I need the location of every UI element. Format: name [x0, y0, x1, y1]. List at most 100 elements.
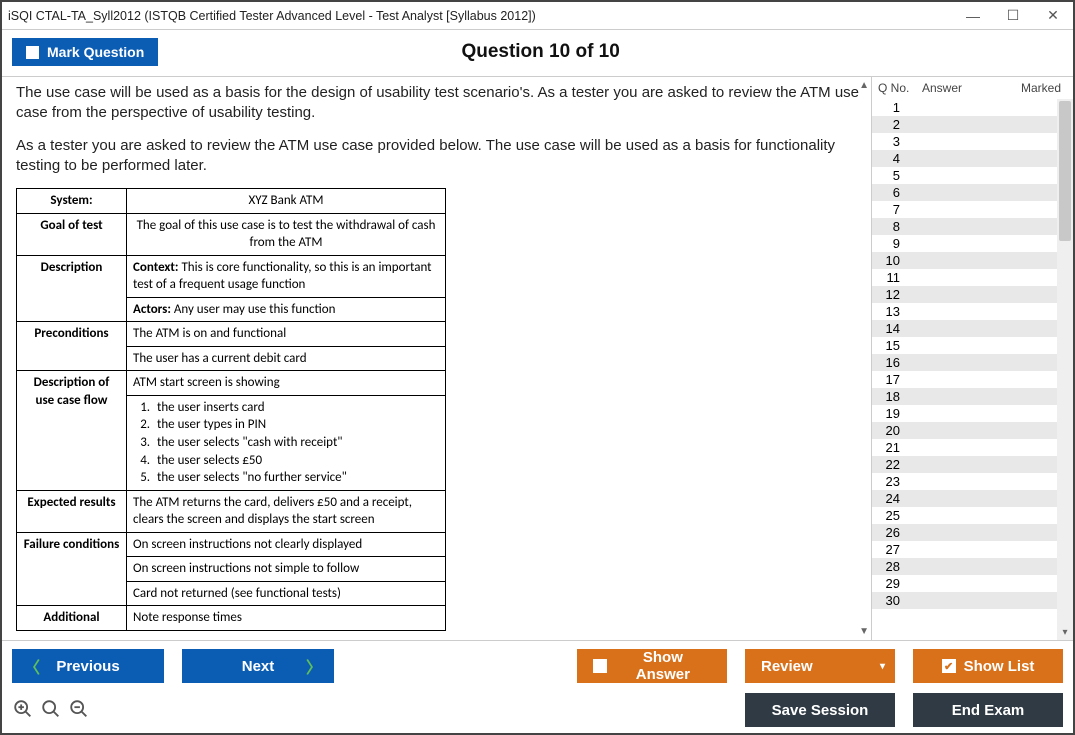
checkbox-checked-icon: ✔ — [942, 659, 956, 673]
flow-step-5: the user selects "no further service" — [153, 469, 439, 487]
question-row-7[interactable]: 7 — [872, 201, 1057, 218]
question-heading: Question 10 of 10 — [18, 41, 1063, 63]
question-row-13[interactable]: 13 — [872, 303, 1057, 320]
question-row-3[interactable]: 3 — [872, 133, 1057, 150]
precond-label: Preconditions — [17, 322, 127, 371]
review-label: Review — [761, 658, 813, 675]
save-session-button[interactable]: Save Session — [745, 693, 895, 727]
maximize-button[interactable]: ☐ — [993, 3, 1033, 29]
bottom-bar: 〈 Previous Next 〉 Show Answer Review ▾ ✔… — [2, 641, 1073, 731]
fail-label: Failure conditions — [17, 532, 127, 606]
previous-label: Previous — [56, 658, 119, 675]
question-row-15[interactable]: 15 — [872, 337, 1057, 354]
fail-3: Card not returned (see functional tests) — [127, 581, 446, 606]
desc-context: Context: This is core functionality, so … — [127, 255, 446, 297]
system-value: XYZ Bank ATM — [127, 189, 446, 214]
show-answer-button[interactable]: Show Answer — [577, 649, 727, 683]
flow-step-3: the user selects "cash with receipt" — [153, 434, 439, 452]
minimize-button[interactable]: — — [953, 3, 993, 29]
question-row-1[interactable]: 1 — [872, 99, 1057, 116]
zoom-in-icon[interactable] — [12, 698, 34, 720]
flow-step-1: the user inserts card — [153, 399, 439, 417]
question-row-23[interactable]: 23 — [872, 473, 1057, 490]
chevron-right-icon: 〉 — [306, 654, 322, 678]
question-row-21[interactable]: 21 — [872, 439, 1057, 456]
precond-1: The ATM is on and functional — [127, 322, 446, 347]
expect-label: Expected results — [17, 490, 127, 532]
question-row-19[interactable]: 19 — [872, 405, 1057, 422]
question-row-11[interactable]: 11 — [872, 269, 1057, 286]
question-row-2[interactable]: 2 — [872, 116, 1057, 133]
question-row-6[interactable]: 6 — [872, 184, 1057, 201]
save-session-label: Save Session — [772, 702, 869, 719]
title-bar: iSQI CTAL-TA_Syll2012 (ISTQB Certified T… — [2, 2, 1073, 30]
question-row-17[interactable]: 17 — [872, 371, 1057, 388]
question-row-9[interactable]: 9 — [872, 235, 1057, 252]
desc-actors: Actors: Any user may use this function — [127, 297, 446, 322]
zoom-controls — [12, 698, 90, 720]
scroll-down-icon[interactable]: ▼ — [859, 625, 869, 639]
question-row-26[interactable]: 26 — [872, 524, 1057, 541]
question-row-16[interactable]: 16 — [872, 354, 1057, 371]
question-row-8[interactable]: 8 — [872, 218, 1057, 235]
use-case-table: System: XYZ Bank ATM Goal of test The go… — [16, 188, 446, 631]
question-paragraph-1: The use case will be used as a basis for… — [16, 83, 863, 124]
marked-col: Marked — [1015, 81, 1069, 95]
scroll-up-icon[interactable]: ▲ — [859, 79, 869, 93]
show-answer-label: Show Answer — [615, 649, 711, 683]
qno-col: Q No. — [878, 81, 922, 95]
question-row-30[interactable]: 30 — [872, 592, 1057, 609]
question-list-panel: Q No. Answer Marked 12345678910111213141… — [871, 77, 1073, 640]
window-controls: — ☐ ✕ — [953, 3, 1073, 29]
scroll-down-button[interactable]: ▾ — [1057, 624, 1073, 640]
window-title: iSQI CTAL-TA_Syll2012 (ISTQB Certified T… — [8, 9, 536, 23]
fail-2: On screen instructions not simple to fol… — [127, 557, 446, 582]
end-exam-label: End Exam — [952, 702, 1025, 719]
precond-2: The user has a current debit card — [127, 346, 446, 371]
zoom-out-icon[interactable] — [68, 698, 90, 720]
question-row-10[interactable]: 10 — [872, 252, 1057, 269]
goal-label: Goal of test — [17, 213, 127, 255]
chevron-left-icon: 〈 — [24, 654, 40, 678]
expect-value: The ATM returns the card, delivers £50 a… — [127, 490, 446, 532]
question-row-5[interactable]: 5 — [872, 167, 1057, 184]
end-exam-button[interactable]: End Exam — [913, 693, 1063, 727]
add-value: Note response times — [127, 606, 446, 631]
question-row-27[interactable]: 27 — [872, 541, 1057, 558]
close-button[interactable]: ✕ — [1033, 3, 1073, 29]
add-label: Additional — [17, 606, 127, 631]
question-row-29[interactable]: 29 — [872, 575, 1057, 592]
flow-steps: the user inserts card the user types in … — [127, 395, 446, 490]
review-button[interactable]: Review ▾ — [745, 649, 895, 683]
flow-step-2: the user types in PIN — [153, 416, 439, 434]
question-list-scrollbar[interactable]: ▴ ▾ — [1057, 99, 1073, 640]
top-bar: Mark Question Question 10 of 10 — [2, 30, 1073, 76]
checkbox-icon — [593, 659, 607, 673]
question-row-18[interactable]: 18 — [872, 388, 1057, 405]
question-row-24[interactable]: 24 — [872, 490, 1057, 507]
question-row-20[interactable]: 20 — [872, 422, 1057, 439]
flow-step-4: the user selects £50 — [153, 452, 439, 470]
question-row-12[interactable]: 12 — [872, 286, 1057, 303]
question-row-25[interactable]: 25 — [872, 507, 1057, 524]
scroll-thumb[interactable] — [1059, 101, 1071, 241]
flow-label: Description of use case flow — [17, 371, 127, 490]
next-label: Next — [242, 658, 275, 675]
desc-label: Description — [17, 255, 127, 322]
question-row-28[interactable]: 28 — [872, 558, 1057, 575]
question-row-4[interactable]: 4 — [872, 150, 1057, 167]
main-area: ▲ The use case will be used as a basis f… — [2, 76, 1073, 641]
question-row-22[interactable]: 22 — [872, 456, 1057, 473]
previous-button[interactable]: 〈 Previous — [12, 649, 164, 683]
system-label: System: — [17, 189, 127, 214]
question-paragraph-2: As a tester you are asked to review the … — [16, 136, 863, 177]
question-list[interactable]: 1234567891011121314151617181920212223242… — [872, 99, 1057, 640]
dropdown-icon: ▾ — [880, 661, 885, 672]
zoom-reset-icon[interactable] — [40, 698, 62, 720]
next-button[interactable]: Next 〉 — [182, 649, 334, 683]
show-list-button[interactable]: ✔ Show List — [913, 649, 1063, 683]
question-row-14[interactable]: 14 — [872, 320, 1057, 337]
question-content: ▲ The use case will be used as a basis f… — [2, 77, 871, 640]
question-list-header: Q No. Answer Marked — [872, 77, 1073, 99]
show-list-label: Show List — [964, 658, 1035, 675]
